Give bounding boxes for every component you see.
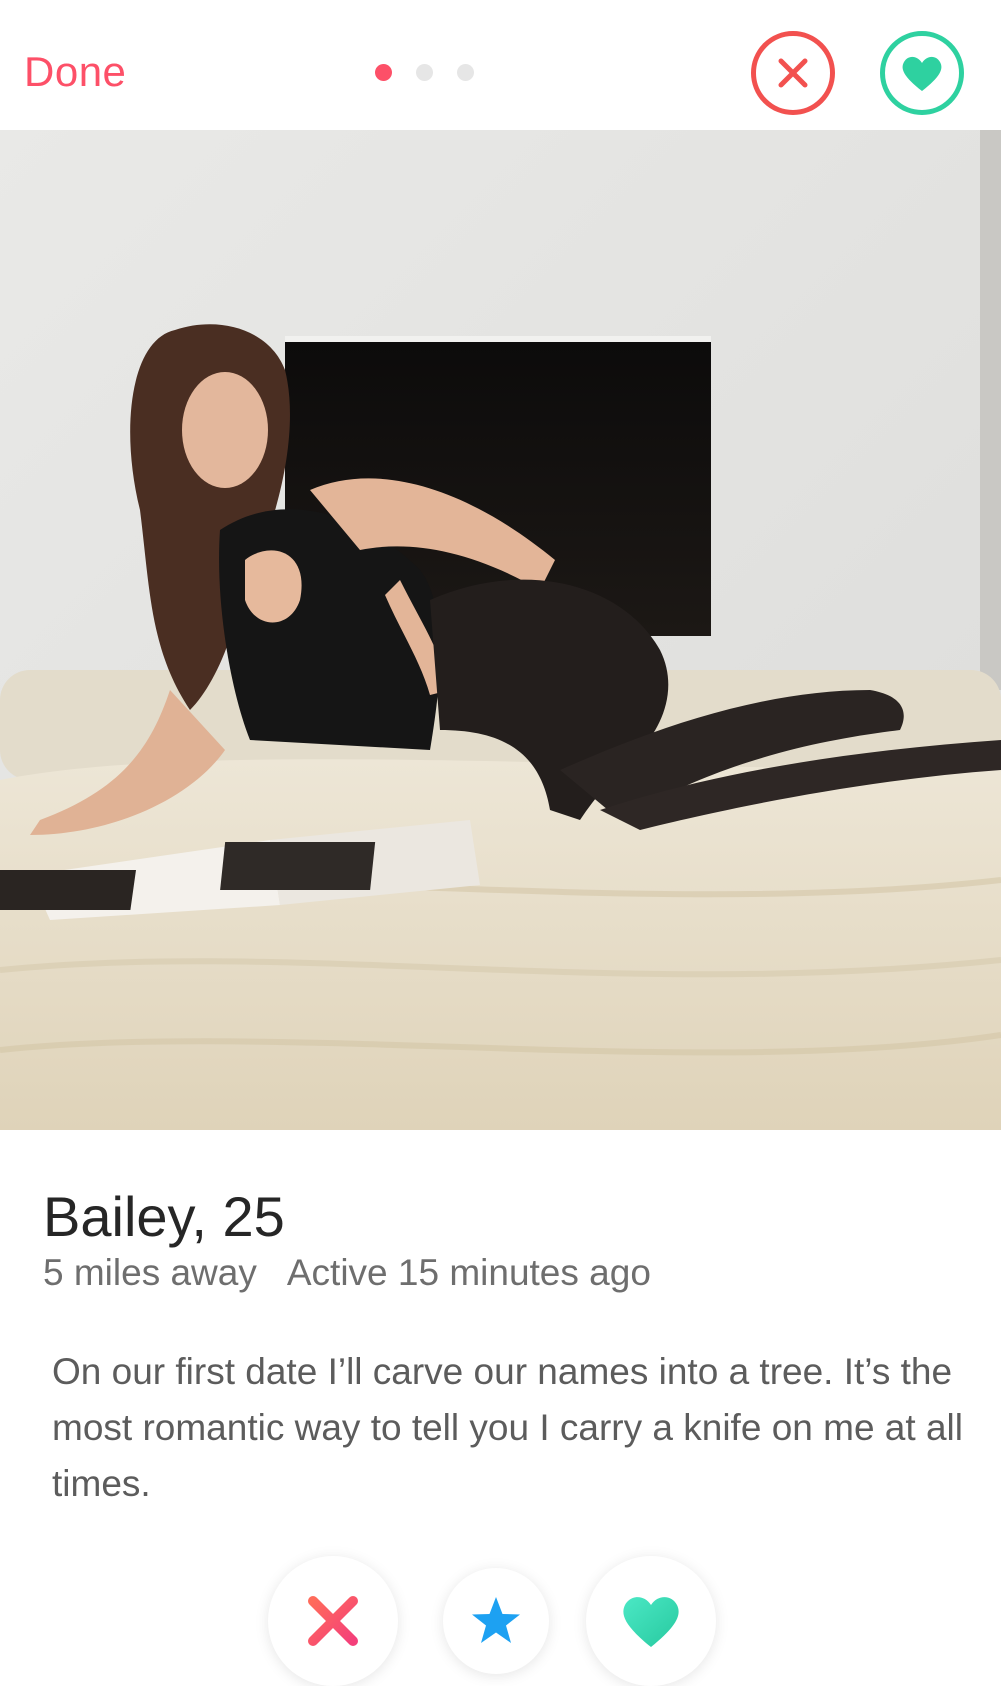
photo-illustration xyxy=(0,130,1001,1130)
photo-pagination xyxy=(375,64,474,81)
distance-text: 5 miles away xyxy=(43,1252,257,1293)
done-button[interactable]: Done xyxy=(24,48,126,96)
like-button[interactable] xyxy=(586,1556,716,1686)
profile-photo[interactable] xyxy=(0,130,1001,1130)
x-icon xyxy=(308,1596,358,1646)
profile-meta: 5 miles away Active 15 minutes ago xyxy=(43,1252,651,1294)
super-like-button[interactable] xyxy=(443,1568,549,1674)
top-pass-button[interactable] xyxy=(751,31,835,115)
top-bar: Done xyxy=(0,0,1001,130)
photo-dot-3[interactable] xyxy=(457,64,474,81)
pass-button[interactable] xyxy=(268,1556,398,1686)
profile-name-age: Bailey, 25 xyxy=(43,1185,285,1248)
heart-circle-icon xyxy=(902,56,942,91)
top-like-button[interactable] xyxy=(880,31,964,115)
active-status-text: Active 15 minutes ago xyxy=(286,1252,651,1293)
photo-dot-2[interactable] xyxy=(416,64,433,81)
heart-icon xyxy=(623,1597,679,1647)
photo-dot-1[interactable] xyxy=(375,64,392,81)
profile-bio: On our first date I’ll carve our names i… xyxy=(52,1351,963,1504)
star-icon xyxy=(472,1597,520,1643)
close-circle-icon xyxy=(778,58,808,88)
bottom-action-bar xyxy=(0,1556,1001,1686)
